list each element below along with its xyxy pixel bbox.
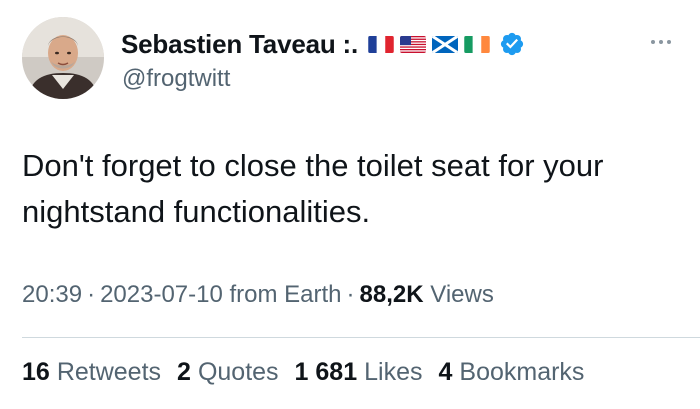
tweet-card: Sebastien Taveau :. @frogtwitt Don't for… [0, 0, 700, 409]
retweets-count: 16 [22, 358, 50, 386]
quotes-label: Quotes [197, 358, 279, 386]
retweets-stat[interactable]: 16 Retweets [22, 358, 161, 387]
retweets-label: Retweets [56, 358, 162, 386]
likes-stat[interactable]: 1 681 Likes [295, 358, 423, 387]
views-label: Views [430, 281, 494, 308]
avatar-image [22, 17, 104, 99]
likes-label: Likes [364, 358, 423, 386]
author-handle[interactable]: @frogtwitt [122, 65, 230, 93]
more-dot [667, 40, 671, 44]
author-flags [368, 35, 490, 53]
bookmarks-count: 4 [438, 358, 453, 386]
likes-count: 1 681 [294, 358, 358, 386]
bookmarks-stat[interactable]: 4 Bookmarks [438, 358, 584, 387]
tweet-time[interactable]: 20:39 [22, 281, 82, 308]
engagement-stats: 16 Retweets 2 Quotes 1 681 Likes 4 Bookmarks [22, 358, 600, 387]
more-dot [659, 40, 663, 44]
ireland-flag-icon [464, 35, 490, 53]
usa-flag-icon [400, 35, 427, 53]
divider [22, 337, 700, 338]
views-count: 88,2K [359, 281, 424, 308]
verified-badge-icon[interactable] [499, 31, 525, 57]
france-flag-icon [368, 35, 394, 53]
author-name-row: Sebastien Taveau :. [121, 27, 525, 61]
quotes-count: 2 [177, 358, 191, 386]
bookmarks-label: Bookmarks [459, 358, 585, 386]
tweet-metadata: 20:39 · 2023-07-10 from Earth · 88,2K Views [22, 281, 494, 309]
scotland-flag-icon [432, 35, 459, 53]
more-dot [651, 40, 655, 44]
tweet-source: from Earth [229, 281, 342, 308]
author-display-name[interactable]: Sebastien Taveau :. [121, 29, 358, 60]
more-options-icon[interactable] [643, 32, 679, 52]
meta-separator: · [87, 281, 96, 308]
avatar[interactable] [22, 17, 104, 99]
quotes-stat[interactable]: 2 Quotes [177, 358, 279, 387]
meta-separator: · [346, 281, 355, 308]
tweet-date[interactable]: 2023-07-10 [100, 281, 223, 308]
tweet-text: Don't forget to close the toilet seat fo… [22, 148, 604, 229]
